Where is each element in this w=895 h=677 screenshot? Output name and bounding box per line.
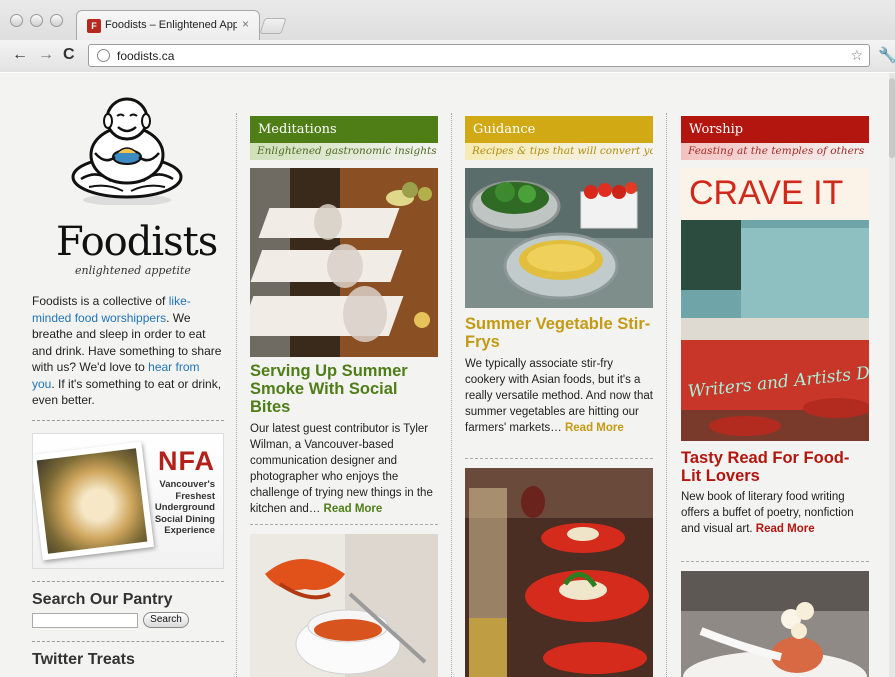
vegetables-bowls-photo[interactable] — [465, 168, 653, 308]
intro-text-3: . If it's something to eat or drink, eve… — [32, 376, 222, 408]
zoom-window-button[interactable] — [50, 14, 63, 27]
nfa-text: Vancouver's Freshest Underground Social … — [154, 479, 215, 536]
star-icon[interactable]: ☆ — [850, 47, 863, 64]
page-scrollbar[interactable] — [889, 73, 895, 677]
crave-it-restaurant-photo[interactable]: CRAVE IT Writers and Artists Do Food — [681, 168, 869, 441]
wine-plates-photo[interactable] — [465, 468, 653, 677]
category-guidance[interactable]: Guidance — [465, 116, 653, 143]
popcorn-spoon-photo[interactable] — [681, 571, 869, 677]
forward-arrow-icon[interactable]: → — [38, 46, 54, 64]
smoked-glasses-photo[interactable] — [250, 168, 438, 357]
category-worship[interactable]: Worship — [681, 116, 869, 143]
sidebar-divider — [32, 581, 224, 582]
meditations-column: Meditations Enlightened gastronomic insi… — [250, 116, 438, 677]
close-window-button[interactable] — [10, 14, 23, 27]
lobster-claw-photo[interactable] — [250, 534, 438, 677]
url-text: foodists.ca — [117, 49, 175, 63]
sidebar-divider — [32, 641, 224, 642]
buddha-mascot-logo — [71, 97, 183, 205]
page-content: Foodists enlightened appetite Foodists i… — [0, 73, 895, 677]
category-meditations[interactable]: Meditations — [250, 116, 438, 143]
reload-icon[interactable]: C — [63, 46, 75, 64]
address-bar[interactable]: foodists.ca ☆ — [88, 44, 870, 67]
sidebar-divider — [32, 420, 224, 421]
search-button[interactable]: Search — [143, 612, 189, 628]
guidance-column: Guidance Recipes & tips that will conver… — [465, 116, 653, 677]
crave-it-sign: CRAVE IT — [689, 174, 843, 212]
search-input[interactable] — [32, 613, 138, 628]
wrench-icon[interactable]: 🔧 — [878, 46, 895, 64]
site-tagline: enlightened appetite — [75, 264, 191, 277]
read-more-link[interactable]: Read More — [756, 523, 815, 535]
browser-chrome: F Foodists – Enlightened Appe × ← → C fo… — [0, 0, 895, 72]
column-separator — [236, 113, 237, 677]
minimize-window-button[interactable] — [30, 14, 43, 27]
tab-title: Foodists – Enlightened Appe — [105, 19, 237, 31]
category-subtitle: Enlightened gastronomic insights — [250, 143, 438, 160]
back-arrow-icon[interactable]: ← — [12, 46, 28, 64]
globe-icon — [97, 49, 110, 62]
article-body: We typically associate stir-fry cookery … — [465, 358, 653, 434]
scrollbar-thumb[interactable] — [889, 78, 895, 158]
column-separator — [666, 113, 667, 677]
column-divider — [250, 524, 438, 525]
article-title[interactable]: Tasty Read For Food-Lit Lovers — [681, 449, 869, 485]
article-title[interactable]: Summer Vegetable Stir-Frys — [465, 315, 653, 351]
article-title[interactable]: Serving Up Summer Smoke With Social Bite… — [250, 362, 438, 416]
article-excerpt: New book of literary food writing offers… — [681, 489, 869, 537]
nfa-title: NFA — [158, 446, 215, 476]
search-heading: Search Our Pantry — [32, 591, 173, 608]
browser-toolbar: ← → C foodists.ca ☆ 🔧 — [0, 40, 895, 72]
category-subtitle: Feasting at the temples of others — [681, 143, 869, 160]
twitter-heading: Twitter Treats — [32, 651, 135, 668]
article-body: Our latest guest contributor is Tyler Wi… — [250, 423, 433, 515]
foodists-favicon-icon: F — [87, 19, 101, 33]
tab-close-icon[interactable]: × — [242, 17, 249, 31]
column-separator — [451, 113, 452, 677]
worship-column: Worship Feasting at the temples of other… — [681, 116, 869, 677]
read-more-link[interactable]: Read More — [324, 503, 383, 515]
article-excerpt: We typically associate stir-fry cookery … — [465, 356, 653, 436]
new-tab-button[interactable] — [259, 18, 287, 34]
intro-text-1: Foodists is a collective of — [32, 294, 169, 308]
read-more-link[interactable]: Read More — [565, 422, 624, 434]
column-divider — [465, 458, 653, 459]
article-excerpt: Our latest guest contributor is Tyler Wi… — [250, 421, 438, 517]
browser-tab[interactable]: F Foodists – Enlightened Appe × — [76, 10, 260, 40]
site-logo-name[interactable]: Foodists — [56, 219, 218, 265]
column-divider — [681, 561, 869, 562]
category-subtitle: Recipes & tips that will convert you — [465, 143, 653, 160]
site-intro: Foodists is a collective of like-minded … — [32, 293, 222, 409]
nfa-promo-banner[interactable]: NFA Vancouver's Freshest Underground Soc… — [32, 433, 224, 569]
